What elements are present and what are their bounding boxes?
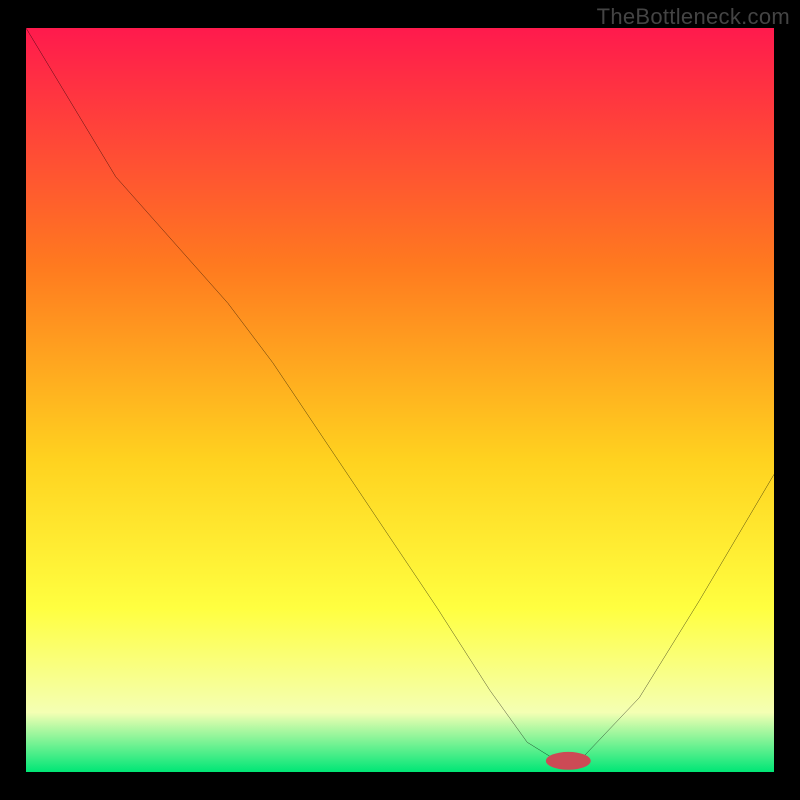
bottleneck-plot <box>26 28 774 772</box>
gradient-background <box>26 28 774 772</box>
optimal-point-marker <box>546 752 591 770</box>
bottleneck-plot-svg <box>26 28 774 772</box>
watermark-text: TheBottleneck.com <box>597 4 790 30</box>
chart-frame: TheBottleneck.com <box>0 0 800 800</box>
